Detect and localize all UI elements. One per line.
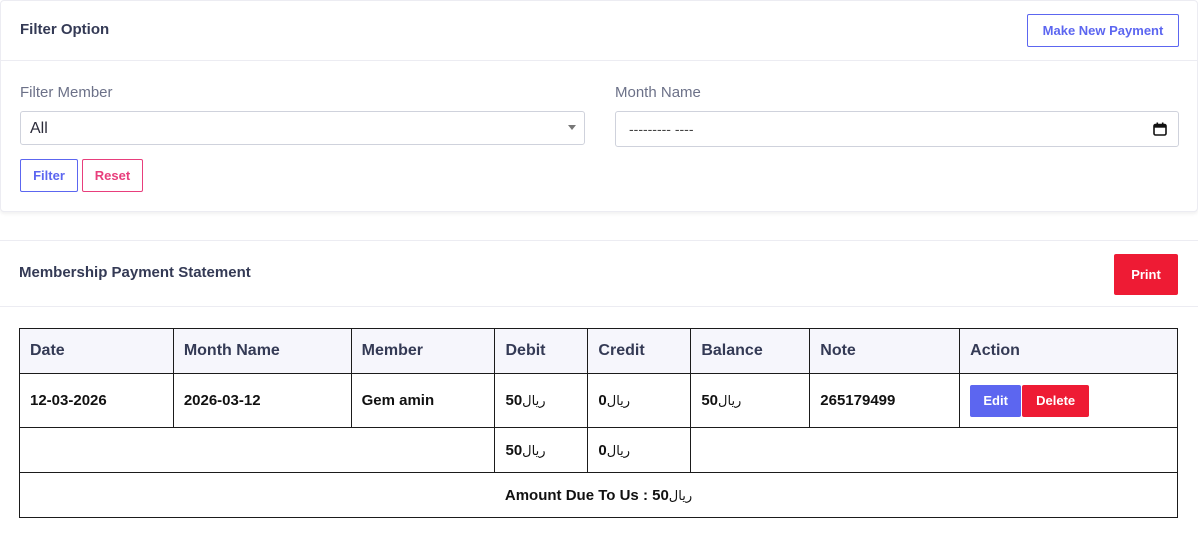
statement-card-header: Membership Payment Statement Print xyxy=(0,241,1198,307)
totals-trailing-cell xyxy=(690,427,1178,473)
statement-card-title: Membership Payment Statement xyxy=(19,264,251,281)
action-cell: Edit Delete xyxy=(959,373,1178,428)
note-cell: 265179499 xyxy=(809,373,961,428)
total-debit-cell: 50ریال xyxy=(494,427,589,473)
debit-cell: 50ریال xyxy=(494,373,589,428)
credit-value: 0 xyxy=(598,392,607,409)
total-credit-value: 0 xyxy=(598,441,607,459)
payment-statement-table: Date Month Name Member Debit Credit Bala… xyxy=(18,328,1178,518)
column-header: Debit xyxy=(494,328,589,374)
currency-symbol: ریال xyxy=(522,394,546,409)
delete-button[interactable]: Delete xyxy=(1022,384,1090,417)
currency-symbol: ریال xyxy=(606,443,631,459)
month-name-cell: 2026-03-12 xyxy=(172,373,352,428)
edit-button[interactable]: Edit xyxy=(970,384,1022,417)
filter-member-label: Filter Member xyxy=(20,84,113,101)
statement-card: Membership Payment Statement Print Date … xyxy=(0,240,1198,535)
month-name-label: Month Name xyxy=(615,84,701,101)
month-name-placeholder: --------- ---- xyxy=(629,121,694,137)
column-header: Balance xyxy=(690,328,811,374)
print-button[interactable]: Print xyxy=(1114,254,1178,295)
debit-value: 50 xyxy=(505,392,523,409)
currency-symbol: ریال xyxy=(606,394,631,409)
totals-empty-cell xyxy=(18,427,496,473)
column-header: Action xyxy=(959,328,1178,374)
column-header: Credit xyxy=(587,328,692,374)
totals-row: 50ریال 0ریال xyxy=(18,427,1178,473)
balance-value: 50 xyxy=(701,392,719,409)
calendar-icon[interactable] xyxy=(1153,122,1167,136)
column-header: Member xyxy=(350,328,496,374)
amount-due-cell: Amount Due To Us : 50ریال xyxy=(19,472,1178,518)
filter-card: Filter Option Make New Payment Filter Me… xyxy=(0,0,1198,212)
credit-cell: 0ریال xyxy=(587,373,692,428)
filter-member-value: All xyxy=(30,120,48,137)
balance-cell: 50ریال xyxy=(690,373,811,428)
amount-due-text: Amount Due To Us : 50 xyxy=(504,486,669,504)
filter-card-header: Filter Option Make New Payment xyxy=(1,1,1197,61)
column-header: Date xyxy=(19,328,174,374)
table-row: 12-03-2026 2026-03-12 Gem amin 50ریال 0ر… xyxy=(19,373,1178,428)
currency-symbol: ریال xyxy=(718,394,742,409)
column-header: Month Name xyxy=(172,328,352,374)
table-header-row: Date Month Name Member Debit Credit Bala… xyxy=(19,328,1178,374)
amount-due-row: Amount Due To Us : 50ریال xyxy=(19,472,1178,518)
chevron-down-icon xyxy=(568,125,576,130)
reset-button[interactable]: Reset xyxy=(82,159,143,192)
currency-symbol: ریال xyxy=(522,443,546,459)
month-name-input[interactable]: --------- ---- xyxy=(615,111,1179,147)
member-cell: Gem amin xyxy=(350,373,496,428)
filter-member-select[interactable]: All xyxy=(20,111,585,145)
column-header: Note xyxy=(809,328,961,374)
total-credit-cell: 0ریال xyxy=(587,427,692,473)
total-debit-value: 50 xyxy=(505,441,523,459)
filter-card-title: Filter Option xyxy=(20,21,110,38)
make-new-payment-button[interactable]: Make New Payment xyxy=(1027,14,1179,47)
currency-symbol: ریال xyxy=(668,488,693,504)
date-cell: 12-03-2026 xyxy=(19,373,174,428)
filter-button[interactable]: Filter xyxy=(20,159,78,192)
